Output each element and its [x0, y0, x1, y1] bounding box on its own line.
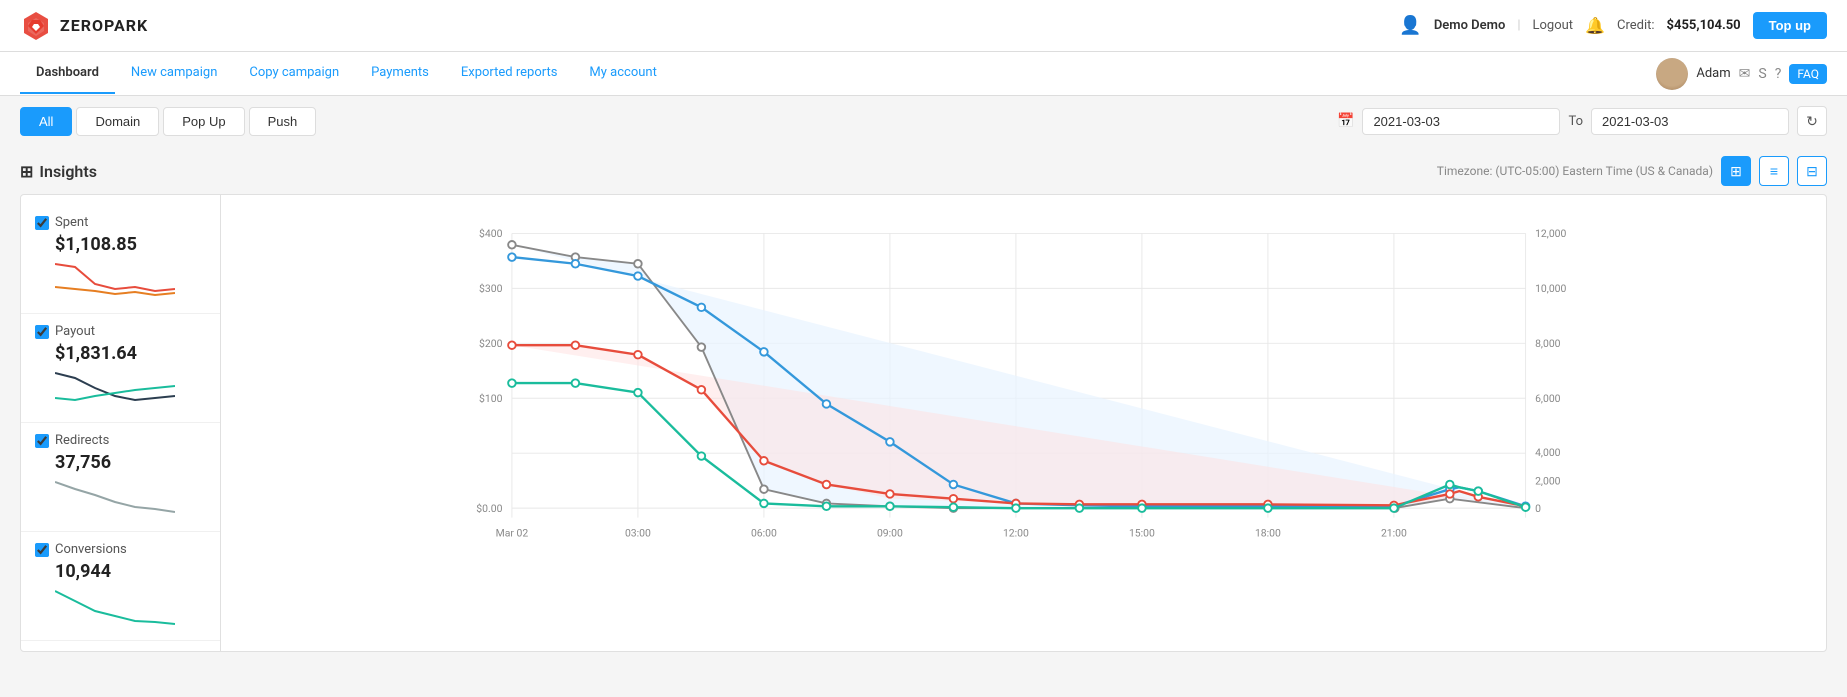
svg-text:$200: $200	[479, 337, 503, 350]
insights-header: ⊞ Insights Timezone: (UTC-05:00) Eastern…	[20, 156, 1827, 186]
insights-grid-icon: ⊞	[20, 162, 33, 181]
svg-text:21:00: 21:00	[1381, 527, 1407, 540]
nav-item-payments[interactable]: Payments	[355, 53, 445, 94]
tab-all[interactable]: All	[20, 107, 72, 136]
metric-redirects-value: 37,756	[55, 452, 206, 473]
header-divider: |	[1517, 18, 1520, 33]
campaign-tabs: All Domain Pop Up Push	[20, 107, 316, 136]
metric-redirects-sparkline	[55, 477, 175, 517]
email-icon[interactable]: ✉	[1739, 66, 1751, 82]
insights-controls: Timezone: (UTC-05:00) Eastern Time (US &…	[1437, 156, 1827, 186]
view-chart-button[interactable]: ⊞	[1721, 156, 1751, 186]
notification-bell-icon[interactable]: 🔔	[1585, 16, 1605, 35]
svg-text:Mar 02: Mar 02	[496, 527, 529, 540]
nav-left: Dashboard New campaign Copy campaign Pay…	[20, 53, 673, 94]
insights-title-text: Insights	[39, 162, 97, 181]
svg-text:6,000: 6,000	[1535, 392, 1561, 405]
header: ZEROPARK 👤 Demo Demo | Logout 🔔 Credit: …	[0, 0, 1847, 52]
chart-area: $400 $300 $200 $100 $0.00 12,000 10,000 …	[221, 195, 1826, 651]
svg-text:18:00: 18:00	[1255, 527, 1281, 540]
metric-conversions-sparkline	[55, 586, 175, 626]
svg-text:8,000: 8,000	[1535, 337, 1561, 350]
svg-text:06:00: 06:00	[751, 527, 777, 540]
tab-domain[interactable]: Domain	[76, 107, 159, 136]
nav: Dashboard New campaign Copy campaign Pay…	[0, 52, 1847, 96]
metric-conversions-label: Conversions	[55, 542, 127, 557]
metric-conversions-checkbox[interactable]	[35, 543, 49, 557]
logout-link[interactable]: Logout	[1533, 18, 1574, 33]
metrics-panel: Spent $1,108.85 Payout $1,831.64	[21, 195, 221, 651]
metric-redirects-header: Redirects	[35, 433, 206, 448]
date-to-label: To	[1568, 114, 1583, 129]
tab-popup[interactable]: Pop Up	[163, 107, 244, 136]
nav-item-my-account[interactable]: My account	[573, 53, 672, 94]
svg-text:2,000: 2,000	[1535, 474, 1561, 487]
help-icon[interactable]: ?	[1775, 66, 1782, 82]
metric-payout: Payout $1,831.64	[21, 314, 220, 423]
nav-item-new-campaign[interactable]: New campaign	[115, 53, 233, 94]
skype-icon[interactable]: S	[1758, 66, 1766, 82]
avatar-image	[1656, 58, 1688, 90]
topup-button[interactable]: Top up	[1753, 12, 1827, 39]
date-to-input[interactable]	[1591, 108, 1789, 135]
logo: ZEROPARK	[20, 10, 148, 42]
svg-text:15:00: 15:00	[1129, 527, 1155, 540]
nav-item-dashboard[interactable]: Dashboard	[20, 53, 115, 94]
metric-conversions-value: 10,944	[55, 561, 206, 582]
metric-spent-checkbox[interactable]	[35, 216, 49, 230]
metric-conversions-header: Conversions	[35, 542, 206, 557]
header-right: 👤 Demo Demo | Logout 🔔 Credit: $455,104.…	[1399, 12, 1827, 39]
svg-text:09:00: 09:00	[877, 527, 903, 540]
credit-label: Credit:	[1617, 18, 1655, 33]
view-table-button[interactable]: ≡	[1759, 156, 1789, 186]
svg-text:10,000: 10,000	[1535, 282, 1566, 295]
svg-text:12,000: 12,000	[1535, 227, 1566, 240]
credit-amount: $455,104.50	[1667, 18, 1741, 33]
nav-username: Adam	[1696, 66, 1730, 81]
chart-svg: $400 $300 $200 $100 $0.00 12,000 10,000 …	[221, 205, 1826, 565]
svg-text:0: 0	[1535, 502, 1541, 515]
metric-spent: Spent $1,108.85	[21, 205, 220, 314]
metric-redirects-label: Redirects	[55, 433, 109, 448]
view-columns-button[interactable]: ⊟	[1797, 156, 1827, 186]
date-from-input[interactable]	[1362, 108, 1560, 135]
metric-payout-label: Payout	[55, 324, 95, 339]
metric-redirects-checkbox[interactable]	[35, 434, 49, 448]
metric-redirects: Redirects 37,756	[21, 423, 220, 532]
nav-right: Adam ✉ S ? FAQ	[1656, 58, 1827, 90]
metric-payout-sparkline	[55, 368, 175, 408]
metric-conversions: Conversions 10,944	[21, 532, 220, 641]
metric-spent-sparkline	[55, 259, 175, 299]
svg-text:$100: $100	[479, 392, 503, 405]
svg-text:4,000: 4,000	[1535, 446, 1561, 459]
nav-item-exported-reports[interactable]: Exported reports	[445, 53, 574, 94]
metric-payout-header: Payout	[35, 324, 206, 339]
nav-item-copy-campaign[interactable]: Copy campaign	[233, 53, 355, 94]
svg-text:$300: $300	[479, 282, 503, 295]
metric-spent-header: Spent	[35, 215, 206, 230]
metric-spent-label: Spent	[55, 215, 88, 230]
metric-payout-value: $1,831.64	[55, 343, 206, 364]
toolbar: All Domain Pop Up Push 📅 To ↻	[0, 96, 1847, 146]
main-content: ⊞ Insights Timezone: (UTC-05:00) Eastern…	[0, 146, 1847, 662]
logo-text: ZEROPARK	[60, 16, 148, 35]
metric-spent-value: $1,108.85	[55, 234, 206, 255]
date-range: 📅 To ↻	[1337, 106, 1827, 136]
svg-text:12:00: 12:00	[1003, 527, 1029, 540]
header-username: Demo Demo	[1434, 18, 1505, 33]
avatar	[1656, 58, 1688, 90]
content-area: Spent $1,108.85 Payout $1,831.64	[20, 194, 1827, 652]
insights-title: ⊞ Insights	[20, 162, 97, 181]
metric-payout-checkbox[interactable]	[35, 325, 49, 339]
svg-text:$0.00: $0.00	[476, 502, 502, 515]
faq-button[interactable]: FAQ	[1789, 64, 1827, 84]
svg-text:03:00: 03:00	[625, 527, 651, 540]
timezone-label: Timezone: (UTC-05:00) Eastern Time (US &…	[1437, 164, 1713, 178]
refresh-button[interactable]: ↻	[1797, 106, 1827, 136]
svg-text:$400: $400	[479, 227, 503, 240]
logo-icon	[20, 10, 52, 42]
tab-push[interactable]: Push	[249, 107, 317, 136]
calendar-icon: 📅	[1337, 113, 1354, 129]
